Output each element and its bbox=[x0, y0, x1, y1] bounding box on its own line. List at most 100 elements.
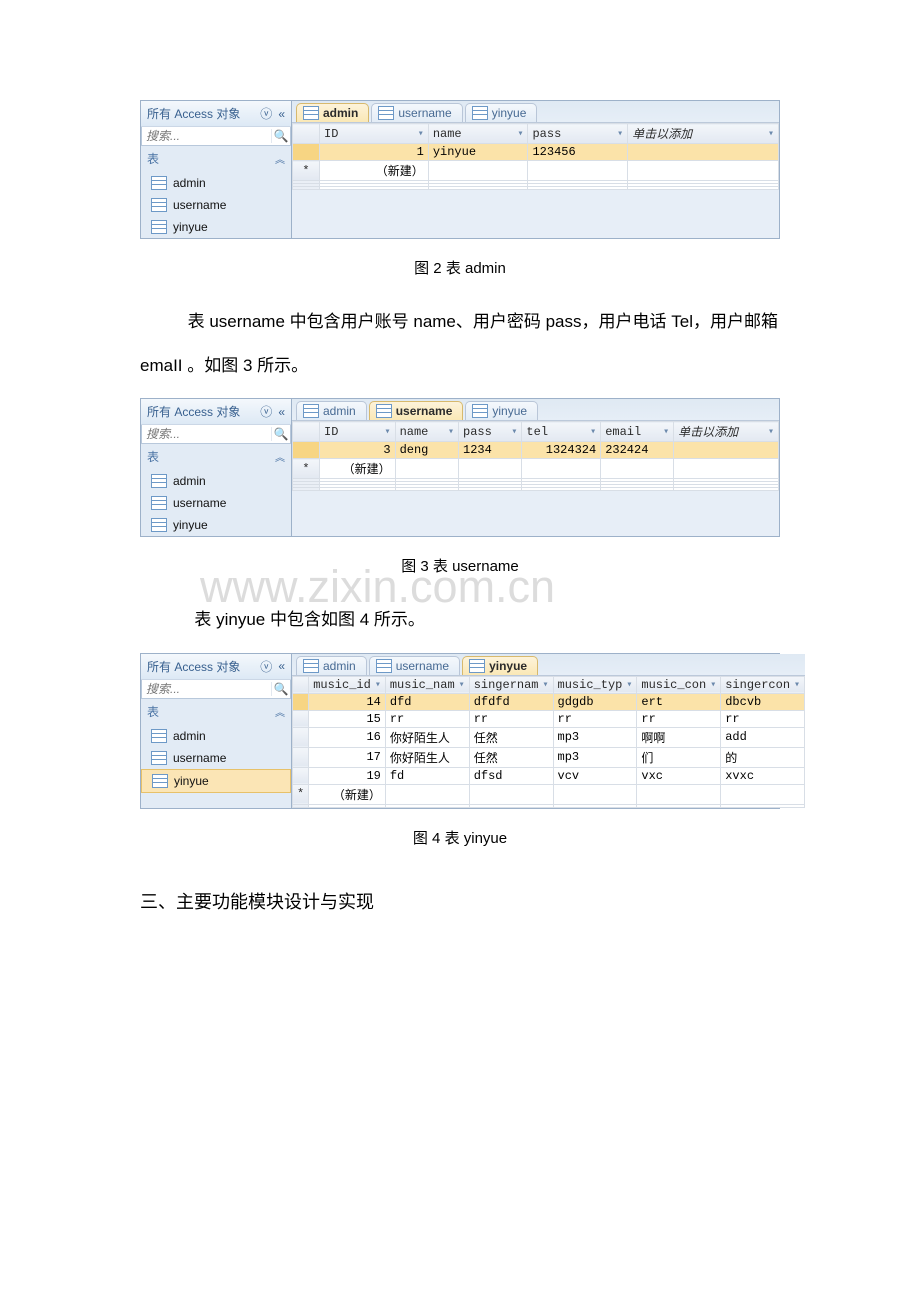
table-row[interactable] bbox=[293, 187, 779, 190]
nav-group-tables[interactable]: 表 ︽ bbox=[141, 699, 291, 725]
dropdown-icon[interactable]: ▾ bbox=[710, 679, 716, 691]
col-music-con[interactable]: music_con▾ bbox=[637, 676, 721, 693]
col-music-id[interactable]: music_id▾ bbox=[309, 676, 386, 693]
nav-item-username[interactable]: username bbox=[141, 747, 291, 769]
cell-pass[interactable]: 1234 bbox=[459, 442, 522, 459]
col-add[interactable]: 单击以添加▾ bbox=[628, 124, 779, 144]
datasheet-username[interactable]: ID▾ name▾ pass▾ tel▾ email▾ 单击以添加▾ 3 den… bbox=[292, 421, 779, 491]
search-icon[interactable]: 🔍 bbox=[271, 129, 290, 143]
nav-search[interactable]: 🔍 bbox=[141, 425, 291, 444]
search-input[interactable] bbox=[142, 127, 271, 145]
cell-tel[interactable]: 1324324 bbox=[522, 442, 601, 459]
dropdown-icon[interactable]: ▾ bbox=[768, 128, 774, 140]
nav-group-tables[interactable]: 表 ︽ bbox=[141, 146, 291, 172]
dropdown-icon[interactable]: ▾ bbox=[375, 679, 381, 691]
dropdown-icon[interactable]: ▾ bbox=[617, 128, 623, 140]
new-row-label[interactable]: （新建） bbox=[320, 459, 396, 479]
cell-name[interactable]: deng bbox=[395, 442, 458, 459]
col-singernam[interactable]: singernam▾ bbox=[469, 676, 553, 693]
tab-yinyue[interactable]: yinyue bbox=[465, 401, 538, 420]
dropdown-icon[interactable]: ▾ bbox=[517, 128, 523, 140]
nav-item-yinyue[interactable]: yinyue bbox=[141, 514, 291, 536]
cell-empty[interactable] bbox=[628, 144, 779, 161]
cell-id[interactable]: 3 bbox=[320, 442, 396, 459]
dropdown-icon[interactable]: ▾ bbox=[794, 679, 800, 691]
chevron-down-icon[interactable]: ⓥ bbox=[260, 403, 272, 420]
col-singercon[interactable]: singercon▾ bbox=[721, 676, 805, 693]
new-row[interactable]: * （新建） bbox=[293, 459, 779, 479]
table-row[interactable]: 17 你好陌生人 任然 mp3 们 的 bbox=[293, 747, 805, 767]
dropdown-icon[interactable]: ▾ bbox=[768, 426, 774, 438]
table-row[interactable]: 15 rr rr rr rr rr bbox=[293, 710, 805, 727]
col-music-nam[interactable]: music_nam▾ bbox=[385, 676, 469, 693]
nav-header[interactable]: 所有 Access 对象 ⓥ« bbox=[141, 399, 291, 425]
row-selector-header[interactable] bbox=[293, 124, 320, 144]
dropdown-icon[interactable]: ▾ bbox=[663, 426, 669, 438]
tab-username[interactable]: username bbox=[369, 401, 464, 420]
table-row[interactable]: 14 dfd dfdfd gdgdb ert dbcvb bbox=[293, 693, 805, 710]
chevron-down-icon[interactable]: ⓥ bbox=[260, 658, 272, 675]
new-row-label[interactable]: （新建） bbox=[320, 161, 429, 181]
search-input[interactable] bbox=[142, 680, 271, 698]
dropdown-icon[interactable]: ▾ bbox=[418, 128, 424, 140]
collapse-icon[interactable]: « bbox=[278, 659, 285, 673]
tab-admin[interactable]: admin bbox=[296, 656, 367, 675]
tab-admin[interactable]: admin bbox=[296, 103, 369, 122]
table-row[interactable] bbox=[293, 488, 779, 491]
col-name[interactable]: name▾ bbox=[428, 124, 528, 144]
datasheet-yinyue[interactable]: music_id▾ music_nam▾ singernam▾ music_ty… bbox=[292, 676, 805, 808]
search-icon[interactable]: 🔍 bbox=[271, 682, 290, 696]
datasheet-admin[interactable]: ID▾ name▾ pass▾ 单击以添加▾ 1 yinyue 123456 * bbox=[292, 123, 779, 190]
dropdown-icon[interactable]: ▾ bbox=[448, 426, 454, 438]
col-id[interactable]: ID▾ bbox=[320, 124, 429, 144]
tab-username[interactable]: username bbox=[371, 103, 462, 122]
dropdown-icon[interactable]: ▾ bbox=[626, 679, 632, 691]
dropdown-icon[interactable]: ▾ bbox=[385, 426, 391, 438]
row-selector[interactable] bbox=[293, 144, 320, 161]
nav-item-admin[interactable]: admin bbox=[141, 470, 291, 492]
col-tel[interactable]: tel▾ bbox=[522, 422, 601, 442]
tab-username[interactable]: username bbox=[369, 656, 460, 675]
chevron-up-icon[interactable]: ︽ bbox=[275, 704, 285, 719]
col-music-typ[interactable]: music_typ▾ bbox=[553, 676, 637, 693]
col-email[interactable]: email▾ bbox=[601, 422, 674, 442]
col-id[interactable]: ID▾ bbox=[320, 422, 396, 442]
nav-header[interactable]: 所有 Access 对象 ⓥ« bbox=[141, 654, 291, 680]
dropdown-icon[interactable]: ▾ bbox=[590, 426, 596, 438]
chevron-up-icon[interactable]: ︽ bbox=[275, 449, 285, 464]
row-selector-header[interactable] bbox=[293, 676, 309, 693]
nav-search[interactable]: 🔍 bbox=[141, 680, 291, 699]
nav-item-yinyue[interactable]: yinyue bbox=[141, 216, 291, 238]
table-row[interactable]: 1 yinyue 123456 bbox=[293, 144, 779, 161]
search-icon[interactable]: 🔍 bbox=[271, 427, 290, 441]
col-pass[interactable]: pass▾ bbox=[528, 124, 628, 144]
tab-admin[interactable]: admin bbox=[296, 401, 367, 420]
nav-item-admin[interactable]: admin bbox=[141, 725, 291, 747]
nav-item-yinyue[interactable]: yinyue bbox=[141, 769, 291, 793]
nav-header[interactable]: 所有 Access 对象 ⓥ « bbox=[141, 101, 291, 127]
cell-id[interactable]: 1 bbox=[320, 144, 429, 161]
search-input[interactable] bbox=[142, 425, 271, 443]
nav-item-admin[interactable]: admin bbox=[141, 172, 291, 194]
dropdown-icon[interactable]: ▾ bbox=[543, 679, 549, 691]
chevron-down-icon[interactable]: ⓥ bbox=[260, 105, 272, 122]
collapse-icon[interactable]: « bbox=[278, 405, 285, 419]
chevron-up-icon[interactable]: ︽ bbox=[275, 151, 285, 166]
col-name[interactable]: name▾ bbox=[395, 422, 458, 442]
new-row-label[interactable]: （新建） bbox=[309, 784, 386, 804]
row-selector-header[interactable] bbox=[293, 422, 320, 442]
collapse-icon[interactable]: « bbox=[278, 107, 285, 121]
table-row[interactable]: 19 fd dfsd vcv vxc xvxc bbox=[293, 767, 805, 784]
col-pass[interactable]: pass▾ bbox=[459, 422, 522, 442]
cell-pass[interactable]: 123456 bbox=[528, 144, 628, 161]
nav-item-username[interactable]: username bbox=[141, 492, 291, 514]
cell-name[interactable]: yinyue bbox=[428, 144, 528, 161]
tab-yinyue[interactable]: yinyue bbox=[465, 103, 538, 122]
new-row[interactable]: * （新建） bbox=[293, 784, 805, 804]
cell-email[interactable]: 232424 bbox=[601, 442, 674, 459]
row-selector[interactable] bbox=[293, 442, 320, 459]
nav-item-username[interactable]: username bbox=[141, 194, 291, 216]
new-row[interactable]: * （新建） bbox=[293, 161, 779, 181]
nav-search[interactable]: 🔍 bbox=[141, 127, 291, 146]
tab-yinyue[interactable]: yinyue bbox=[462, 656, 538, 675]
